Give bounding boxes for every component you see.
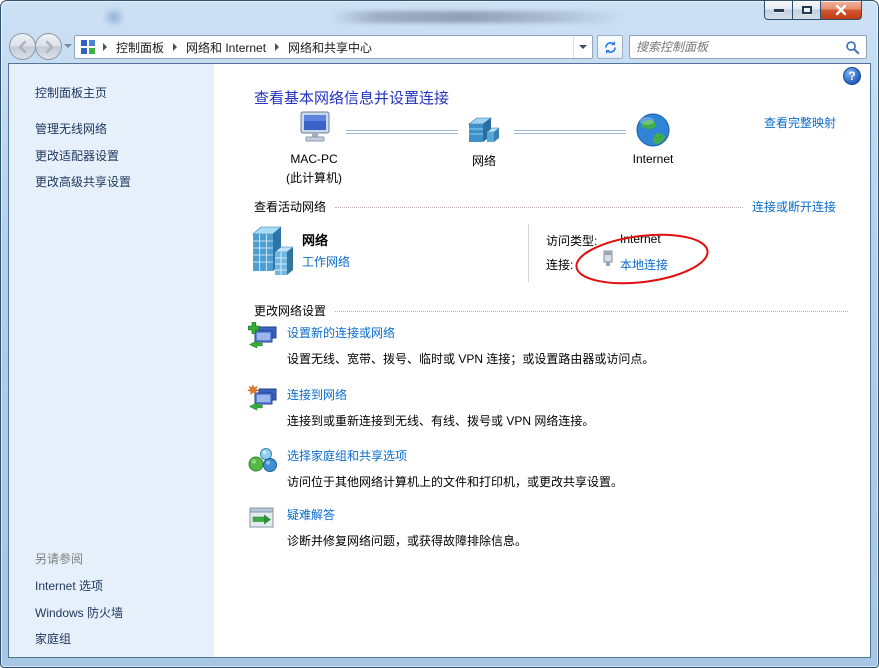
window-controls xyxy=(764,1,862,20)
troubleshoot-icon xyxy=(249,507,274,528)
control-panel-icon xyxy=(81,40,95,54)
map-network-label: 网络 xyxy=(471,154,496,168)
active-networks-header: 查看活动网络 xyxy=(254,200,327,214)
map-connector-line xyxy=(514,130,626,134)
back-button[interactable] xyxy=(9,33,36,60)
close-icon xyxy=(835,4,847,16)
sidebar: 控制面板主页 管理无线网络 更改适配器设置 更改高级共享设置 另请参阅 Inte… xyxy=(9,64,214,657)
window-body: 控制面板主页 管理无线网络 更改适配器设置 更改高级共享设置 另请参阅 Inte… xyxy=(8,63,871,658)
search-icon[interactable] xyxy=(845,40,860,55)
chevron-down-icon xyxy=(579,45,587,49)
local-area-connection-link[interactable]: 本地连接 xyxy=(620,256,668,273)
network-node-icon[interactable] xyxy=(465,115,503,147)
settings-header-row: 更改网络设置 xyxy=(254,302,857,319)
globe-icon[interactable] xyxy=(635,112,671,148)
troubleshoot-link[interactable]: 疑难解答 xyxy=(287,506,527,523)
maximize-button[interactable] xyxy=(793,1,820,20)
see-also-header: 另请参阅 xyxy=(35,552,84,566)
connect-to-network-icon xyxy=(247,383,277,411)
breadcrumb-control-panel[interactable]: 控制面板 xyxy=(114,37,166,58)
dotted-divider xyxy=(335,206,743,208)
homegroup-options-link[interactable]: 选择家庭组和共享选项 xyxy=(287,447,623,464)
map-computer-sublabel: (此计算机) xyxy=(286,171,342,185)
setting-item-homegroup: 选择家庭组和共享选项 访问位于其他网络计算机上的文件和打印机，或更改共享设置。 xyxy=(247,445,860,490)
active-networks-header-row: 查看活动网络 连接或断开连接 xyxy=(254,198,836,215)
access-type-value: Internet xyxy=(620,232,661,246)
setup-new-connection-desc: 设置无线、宽带、拨号、临时或 VPN 连接；或设置路由器或访问点。 xyxy=(287,352,655,366)
settings-header: 更改网络设置 xyxy=(254,304,327,318)
active-network-icon xyxy=(252,226,294,275)
sidebar-item-change-adapter-settings[interactable]: 更改适配器设置 xyxy=(35,147,119,164)
network-sharing-center-window: 控制面板 网络和 Internet 网络和共享中心 搜索控制面板 控制面板主页 … xyxy=(0,0,879,668)
breadcrumb-network-sharing-center[interactable]: 网络和共享中心 xyxy=(286,37,374,58)
network-category-link[interactable]: 工作网络 xyxy=(302,253,350,270)
minimize-button[interactable] xyxy=(764,1,793,20)
recent-pages-chevron[interactable] xyxy=(64,44,72,48)
help-icon[interactable]: ? xyxy=(843,67,861,85)
setting-item-new-connection: 设置新的连接或网络 设置无线、宽带、拨号、临时或 VPN 连接；或设置路由器或访… xyxy=(247,322,860,367)
homegroup-icon xyxy=(248,448,277,472)
sidebar-item-control-panel-home[interactable]: 控制面板主页 xyxy=(35,84,107,101)
back-arrow-icon xyxy=(18,40,26,53)
troubleshoot-desc: 诊断并修复网络问题，或获得故障排除信息。 xyxy=(287,534,528,548)
access-type-label: 访问类型: xyxy=(546,234,598,248)
sidebar-item-windows-firewall[interactable]: Windows 防火墙 xyxy=(35,604,123,621)
dotted-divider xyxy=(335,310,848,312)
address-dropdown-button[interactable] xyxy=(573,36,592,58)
homegroup-options-desc: 访问位于其他网络计算机上的文件和打印机，或更改共享设置。 xyxy=(287,475,624,489)
sidebar-item-manage-wireless-networks[interactable]: 管理无线网络 xyxy=(35,120,107,137)
connect-to-network-desc: 连接到或重新连接到无线、有线、拨号或 VPN 网络连接。 xyxy=(287,414,595,428)
map-computer-label: MAC-PC xyxy=(290,152,338,166)
connect-disconnect-link[interactable]: 连接或断开连接 xyxy=(752,198,836,215)
active-network-name: 网络 xyxy=(302,233,329,248)
map-internet-label: Internet xyxy=(632,152,674,166)
panel-divider xyxy=(528,224,529,282)
see-full-map-link[interactable]: 查看完整映射 xyxy=(764,114,836,131)
connections-label: 连接: xyxy=(546,258,574,272)
breadcrumb-separator-icon xyxy=(103,43,107,51)
titlebar-blurred-favicon xyxy=(101,9,127,25)
minimize-icon xyxy=(773,8,784,12)
titlebar[interactable] xyxy=(1,1,878,31)
setup-new-connection-link[interactable]: 设置新的连接或网络 xyxy=(287,324,654,341)
close-button[interactable] xyxy=(820,1,862,20)
forward-button[interactable] xyxy=(35,33,62,60)
ethernet-icon xyxy=(603,250,613,266)
setting-item-troubleshoot: 疑难解答 诊断并修复网络问题，或获得故障排除信息。 xyxy=(247,504,860,549)
new-connection-icon xyxy=(248,322,277,349)
computer-icon[interactable] xyxy=(295,111,335,147)
titlebar-blurred-watermark xyxy=(331,11,626,23)
sidebar-item-homegroup[interactable]: 家庭组 xyxy=(35,630,71,647)
navigation-bar: 控制面板 网络和 Internet 网络和共享中心 xyxy=(1,31,878,63)
maximize-icon xyxy=(801,6,812,14)
map-connector-line xyxy=(346,130,458,134)
search-input[interactable] xyxy=(636,40,845,54)
breadcrumb-separator-icon xyxy=(173,43,178,51)
main-content: ? 查看基本网络信息并设置连接 MAC-PC (此计算机) 网络 Interne… xyxy=(214,64,870,657)
forward-arrow-icon xyxy=(45,40,53,53)
connect-to-network-link[interactable]: 连接到网络 xyxy=(287,386,594,403)
setting-item-connect: 连接到网络 连接到或重新连接到无线、有线、拨号或 VPN 网络连接。 xyxy=(247,383,860,429)
sidebar-item-advanced-sharing-settings[interactable]: 更改高级共享设置 xyxy=(35,173,131,190)
sidebar-item-internet-options[interactable]: Internet 选项 xyxy=(35,577,103,594)
address-bar[interactable]: 控制面板 网络和 Internet 网络和共享中心 xyxy=(74,35,593,59)
refresh-icon xyxy=(604,40,616,54)
breadcrumb-separator-icon xyxy=(275,43,280,51)
refresh-button[interactable] xyxy=(597,35,623,59)
page-title: 查看基本网络信息并设置连接 xyxy=(254,90,450,107)
breadcrumb-network-internet[interactable]: 网络和 Internet xyxy=(184,37,268,58)
search-box xyxy=(629,35,867,59)
